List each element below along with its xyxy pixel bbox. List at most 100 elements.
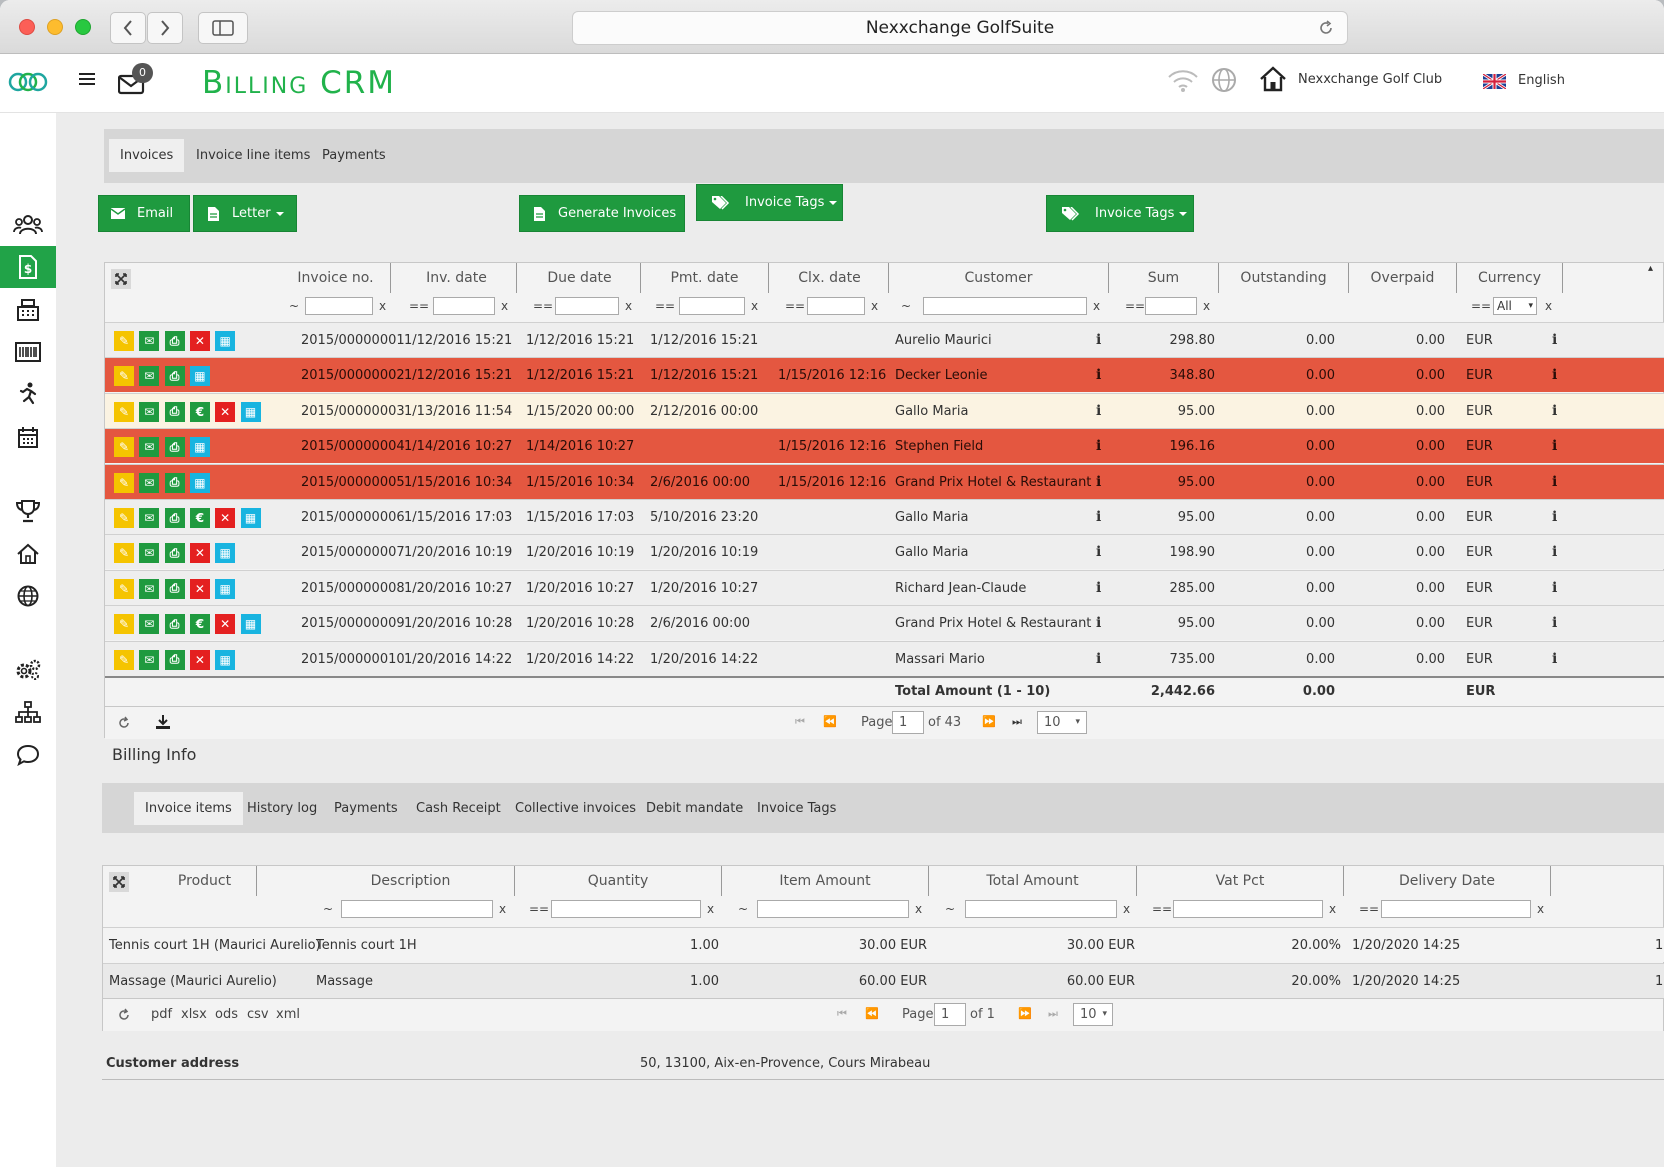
filter-clear-button[interactable]: x [751,299,758,323]
info-icon[interactable]: i [1552,500,1557,535]
table-row[interactable]: ✎ ✉ ⎙ ▦ 2015/00000005 1/15/2016 10:34 1/15/201… [105,463,1664,499]
edit-icon[interactable]: ✎ [114,401,134,422]
language-selector[interactable]: English [1518,73,1565,88]
info-icon[interactable]: i [1552,535,1557,570]
euro-icon[interactable]: € [189,614,210,635]
cash-register-icon[interactable]: ▦ [189,472,210,493]
column-header-5[interactable]: Vat Pct [1137,866,1344,896]
filter-clear-button[interactable]: x [1545,299,1552,323]
edit-icon[interactable]: ✎ [114,508,134,528]
last-page-icon[interactable]: ⏭ [1048,1007,1058,1021]
cash-register-icon[interactable]: ▦ [215,331,236,351]
envelope-icon[interactable]: ✉ [139,401,160,422]
tab-invoice-line-items[interactable]: Invoice line items [185,139,321,172]
last-page-icon[interactable]: ⏭ [1012,715,1022,729]
cash-register-icon[interactable]: ▦ [240,508,261,528]
page-size-select[interactable]: 10 ▾ [1073,1003,1113,1026]
sidebar-item-home[interactable] [0,533,56,575]
filter-input[interactable] [965,900,1117,918]
filter-input[interactable] [551,900,701,918]
info-icon[interactable]: i [1096,323,1101,358]
column-header-7[interactable]: Outstanding [1219,263,1349,293]
download-icon[interactable] [155,714,171,730]
export-xml-link[interactable]: xml [276,1007,300,1022]
envelope-icon[interactable]: ✉ [139,472,160,493]
sidebar-item-calendar[interactable] [0,416,56,458]
table-row[interactable]: ✎ ✉ ⎙ ▦ 2015/00000002 1/12/2016 15:21 1/12/201… [105,357,1664,393]
cash-register-icon[interactable]: ▦ [240,401,261,422]
invoice-tags-dropdown-1[interactable]: Invoice Tags [696,184,843,221]
edit-icon[interactable]: ✎ [114,472,134,493]
export-ods-link[interactable]: ods [215,1007,238,1022]
info-icon[interactable]: i [1096,642,1101,677]
next-page-icon[interactable]: ⏩ [982,715,996,728]
sidebar-item-barcode[interactable] [0,331,56,373]
sidebar-item-chat[interactable] [0,734,56,776]
envelope-icon[interactable]: ✉ [139,578,160,599]
info-icon[interactable]: i [1552,358,1557,393]
filter-input[interactable] [757,900,909,918]
tab-invoices[interactable]: Invoices [109,139,185,172]
cash-register-icon[interactable]: ▦ [240,614,261,635]
refresh-icon[interactable] [117,1008,131,1022]
delete-icon[interactable]: ✕ [189,331,210,351]
back-button[interactable] [110,12,146,44]
filter-clear-button[interactable]: x [871,299,878,323]
euro-icon[interactable]: € [189,508,210,528]
info-icon[interactable]: i [1096,358,1101,393]
info-icon[interactable]: i [1096,429,1101,464]
filter-input[interactable] [679,297,745,315]
table-row[interactable]: ✎ ✉ ⎙ ▦ 2015/00000004 1/14/2016 10:27 1/14/201… [105,428,1664,464]
filter-input[interactable] [555,297,619,315]
info-icon[interactable]: i [1552,606,1557,641]
info-icon[interactable]: i [1096,535,1101,570]
sidebar-item-activities[interactable] [0,373,56,415]
info-icon[interactable]: i [1552,571,1557,606]
export-csv-link[interactable]: csv [247,1007,269,1022]
tab-payments[interactable]: Payments [311,139,397,172]
delete-icon[interactable]: ✕ [215,401,236,422]
forward-button[interactable] [147,12,183,44]
printer-icon[interactable]: ⎙ [164,649,185,670]
sidebar-item-organization[interactable] [0,691,56,733]
tab-collective-invoices[interactable]: Collective invoices [504,792,647,825]
info-icon[interactable]: i [1096,500,1101,535]
letter-dropdown-button[interactable]: Letter [193,195,297,232]
info-icon[interactable]: i [1096,394,1101,429]
column-header-9[interactable]: Currency [1457,263,1563,293]
tab-invoice-tags[interactable]: Invoice Tags [746,792,847,825]
reload-icon[interactable] [1317,19,1335,37]
column-header-6[interactable]: Delivery Date [1344,866,1551,896]
first-page-icon[interactable]: ⏮ [795,715,805,729]
sidebar-toggle-button[interactable] [198,12,248,44]
refresh-icon[interactable] [117,716,131,730]
minimize-window-button[interactable] [47,19,63,35]
address-bar[interactable]: Nexxchange GolfSuite [572,11,1348,45]
cash-register-icon[interactable]: ▦ [215,543,236,564]
export-xlsx-link[interactable]: xlsx [181,1007,207,1022]
home-icon[interactable] [1258,65,1288,93]
table-row[interactable]: ✎ ✉ ⎙ ✕ ▦ 2015/00000007 1/20/2016 10:19 1/20/20… [105,534,1664,570]
printer-icon[interactable]: ⎙ [164,472,185,493]
column-header-3[interactable]: Item Amount [722,866,929,896]
edit-icon[interactable]: ✎ [114,543,134,564]
sidebar-item-settings[interactable] [0,649,56,691]
table-row[interactable]: ✎ ✉ ⎙ ✕ ▦ 2015/00000008 1/20/2016 10:27 1/20/20… [105,569,1664,606]
envelope-icon[interactable]: ✉ [139,543,160,564]
table-row[interactable]: ✎ ✉ ⎙ € ✕ ▦ 2015/00000003 1/13/2016 11:54 1/15/2… [105,392,1664,429]
export-pdf-link[interactable]: pdf [151,1007,172,1022]
cash-register-icon[interactable]: ▦ [215,649,236,670]
expand-grid-button[interactable] [109,872,129,892]
table-row[interactable]: Tennis court 1H (Maurici Aurelio) Tennis … [103,927,1664,962]
filter-input[interactable] [433,297,495,315]
generate-invoices-button[interactable]: Generate Invoices [519,195,685,232]
sidebar-item-cash-register[interactable] [0,289,56,331]
sidebar-item-tournaments[interactable] [0,490,56,532]
filter-clear-button[interactable]: x [501,299,508,323]
filter-clear-button[interactable]: x [379,299,386,323]
first-page-icon[interactable]: ⏮ [837,1007,847,1021]
table-row[interactable]: ✎ ✉ ⎙ € ✕ ▦ 2015/00000006 1/15/2016 17:03 1/15/2… [105,499,1664,534]
printer-icon[interactable]: ⎙ [164,578,185,599]
filter-clear-button[interactable]: x [1123,902,1130,926]
sidebar-item-web[interactable] [0,575,56,617]
